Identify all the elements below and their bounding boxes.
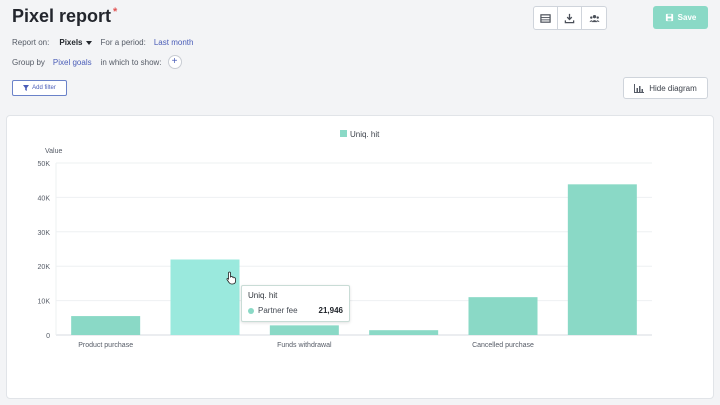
y-axis-label: Value xyxy=(45,148,62,155)
x-tick-label: Funds withdrawal xyxy=(277,342,332,349)
bar-chart: Uniq. hit Value 0 10K 20K 30K 40K 50K Product pu… xyxy=(38,130,652,349)
tooltip-series-dot xyxy=(248,307,254,314)
bar xyxy=(567,184,637,335)
y-tick-label: 50K xyxy=(38,161,51,168)
y-tick-label: 20K xyxy=(38,264,51,271)
y-tick-label: 40K xyxy=(38,195,51,202)
bar xyxy=(369,330,439,335)
tooltip-value: 21,946 xyxy=(318,306,343,315)
legend-swatch xyxy=(340,130,347,137)
legend-label: Uniq. hit xyxy=(350,130,380,139)
x-tick-label: Cancelled purchase xyxy=(472,342,534,349)
x-tick-label: Product purchase xyxy=(78,342,133,349)
y-tick-label: 10K xyxy=(38,299,51,306)
bar xyxy=(468,297,538,335)
bar xyxy=(71,316,141,335)
y-tick-label: 30K xyxy=(38,230,51,237)
hand-cursor-icon xyxy=(226,271,236,285)
y-tick-label: 0 xyxy=(46,333,50,340)
chart-tooltip: Uniq. hit Partner fee 21,946 xyxy=(241,285,350,322)
tooltip-title: Uniq. hit xyxy=(248,291,278,300)
tooltip-label: Partner fee xyxy=(258,306,298,315)
bar xyxy=(269,325,339,335)
